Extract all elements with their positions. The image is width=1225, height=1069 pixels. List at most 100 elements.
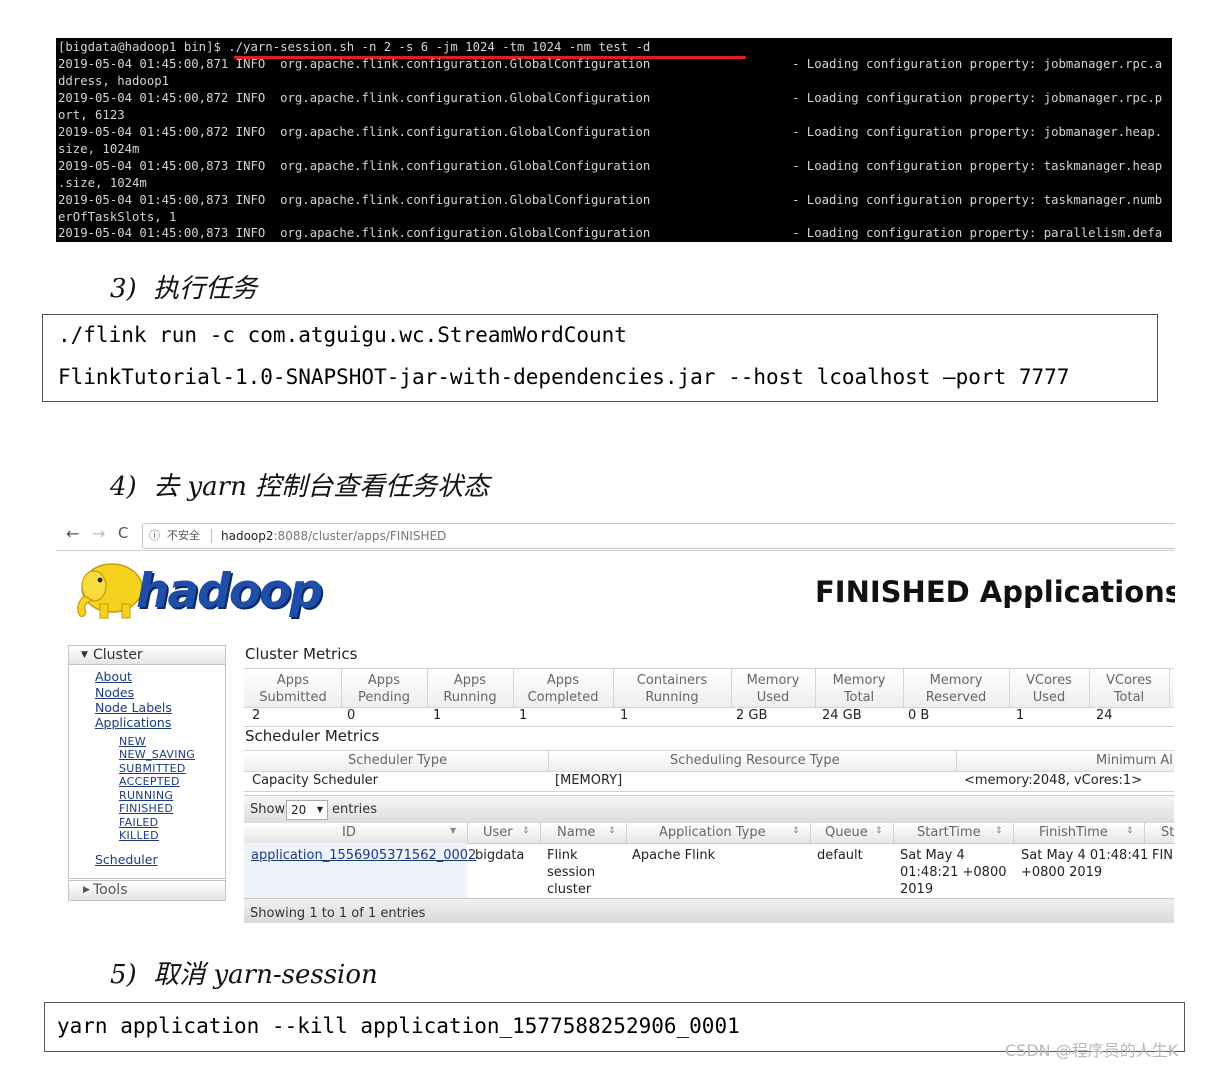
sidebar-link-node-labels[interactable]: Node Labels (95, 700, 172, 715)
sort-icon[interactable]: ⇕ (995, 826, 1003, 836)
sort-icon[interactable]: ⇕ (522, 826, 530, 836)
column-divider (810, 823, 811, 843)
application-id-link[interactable]: application_1556905371562_0002 (251, 847, 476, 864)
application-start-time: Sat May 4 01:48:21 +0800 2019 (900, 848, 1007, 897)
application-queue: default (817, 848, 863, 863)
metric-value: 1 (433, 708, 442, 723)
step3-code-box: ./flink run -c com.atguigu.wc.StreamWord… (42, 314, 1158, 402)
code-line: ./flink run -c com.atguigu.wc.StreamWord… (58, 323, 627, 347)
column-divider (467, 823, 468, 843)
metric-value: 1 (620, 708, 629, 723)
terminal-line: 2019-05-04 01:45:00,872 INFO org.apache.… (58, 125, 1163, 139)
browser-toolbar: ← → C ⓘ 不安全 hadoop2:8088/cluster/apps/FI… (56, 520, 1175, 551)
column-divider (548, 751, 549, 771)
sidebar-app-state-accepted[interactable]: ACCEPTED (119, 775, 180, 788)
forward-arrow-icon[interactable]: → (92, 524, 105, 543)
step4-heading: 4) 去 yarn 控制台查看任务状态 (110, 472, 490, 502)
sort-icon[interactable]: ⇕ (875, 826, 883, 836)
metric-value: 0 B (908, 708, 930, 723)
metric-value: 1 (519, 708, 528, 723)
table-row: application_1556905371562_0002 bigdata F… (244, 843, 1174, 898)
entries-control-bar: Show 20 ▼ entries (244, 795, 1174, 824)
metric-value: 24 GB (822, 708, 862, 723)
back-arrow-icon[interactable]: ← (66, 524, 79, 543)
sidebar-link-nodes[interactable]: Nodes (95, 685, 134, 700)
column-header-id[interactable]: ID (342, 825, 356, 840)
page-title: FINISHED Applications (815, 575, 1175, 609)
column-header-application-type[interactable]: Application Type (659, 825, 766, 840)
code-line: FlinkTutorial-1.0-SNAPSHOT-jar-with-depe… (58, 365, 1070, 389)
cluster-section-header[interactable]: ▼ Cluster (69, 646, 225, 665)
column-divider (626, 823, 627, 843)
sort-icon[interactable]: ⇕ (608, 826, 616, 836)
code-line: yarn application --kill application_1577… (57, 1014, 740, 1038)
scheduler-metrics-title: Scheduler Metrics (245, 727, 380, 745)
sidebar-app-state-finished[interactable]: FINISHED (119, 802, 173, 815)
terminal-line: size, 1024m (58, 142, 140, 156)
metric-header: VCores Total (1106, 673, 1152, 705)
caret-right-icon: ▶ (83, 885, 90, 895)
column-header-name[interactable]: Name (557, 825, 595, 840)
step3-heading: 3) 执行任务 (110, 274, 258, 304)
column-divider (540, 823, 541, 843)
metric-value: 2 GB (736, 708, 768, 723)
step5-heading: 5) 取消 yarn-session (110, 960, 378, 990)
sidebar-app-state-running[interactable]: RUNNING (119, 789, 173, 802)
sidebar-app-state-killed[interactable]: KILLED (119, 829, 159, 842)
application-finish-time: Sat May 4 01:48:41 +0800 2019 (1021, 848, 1149, 880)
scheduler-header: Scheduling Resource Type (670, 753, 840, 768)
scheduler-header: Minimum Al (1096, 753, 1173, 768)
metric-header: Apps Completed (527, 673, 599, 705)
column-header-finishtime[interactable]: FinishTime (1039, 825, 1108, 840)
applications-table-header: ID ▼ User ⇕ Name ⇕ Application Type ⇕ Qu… (244, 823, 1174, 844)
sidebar-app-state-new-saving[interactable]: NEW_SAVING (119, 748, 195, 761)
sidebar-app-state-new[interactable]: NEW (119, 735, 146, 748)
entries-label: entries (332, 802, 378, 817)
hadoop-logo-text: hadoop (136, 564, 323, 619)
sidebar-link-about[interactable]: About (95, 669, 132, 684)
cluster-metrics-header: Apps Submitted Apps Pending Apps Running Ap… (244, 668, 1174, 708)
column-divider (956, 751, 957, 771)
scheduler-value: Capacity Scheduler (252, 773, 379, 788)
sidebar-app-state-submitted[interactable]: SUBMITTED (119, 762, 186, 775)
metric-header: Apps Submitted (259, 673, 327, 705)
sidebar-app-state-failed[interactable]: FAILED (119, 816, 158, 829)
tools-section-header[interactable]: ▶ Tools (68, 880, 226, 901)
column-divider (1144, 823, 1145, 843)
scheduler-header: Scheduler Type (348, 753, 448, 768)
metric-header: Memory Used (746, 673, 800, 705)
cluster-metrics-values: 2 0 1 1 1 2 GB 24 GB 0 B 1 24 (244, 706, 1174, 727)
sort-desc-icon[interactable]: ▼ (450, 826, 456, 835)
terminal-line: ort, 6123 (58, 108, 125, 122)
info-icon[interactable]: ⓘ (149, 524, 160, 548)
sort-icon[interactable]: ⇕ (792, 826, 800, 836)
terminal-line: 2019-05-04 01:45:00,872 INFO org.apache.… (58, 91, 1163, 105)
showing-entries-text: Showing 1 to 1 of 1 entries (250, 906, 426, 921)
address-separator (211, 529, 212, 543)
url-host: hadoop2 (221, 529, 274, 543)
entries-per-page-value: 20 (291, 803, 307, 817)
metric-header: Memory Total (832, 673, 886, 705)
column-header-starttime[interactable]: StartTime (917, 825, 981, 840)
column-divider (893, 823, 894, 843)
column-divider (1169, 669, 1170, 707)
tools-label: Tools (93, 882, 128, 898)
column-header-user[interactable]: User (483, 825, 513, 840)
scheduler-metrics-header: Scheduler Type Scheduling Resource Type … (244, 750, 1174, 772)
metric-value: 24 (1096, 708, 1113, 723)
sort-icon[interactable]: ⇕ (1126, 826, 1134, 836)
reload-icon[interactable]: C (118, 524, 128, 542)
url-text: hadoop2:8088/cluster/apps/FINISHED (221, 524, 446, 548)
scheduler-metrics-values: Capacity Scheduler [MEMORY] <memory:2048… (244, 771, 1174, 792)
entries-per-page-select[interactable]: 20 ▼ (286, 800, 328, 820)
column-header-state[interactable]: St (1161, 825, 1174, 840)
scheduler-value: <memory:2048, vCores:1> (964, 773, 1143, 788)
terminal-line: ddress, hadoop1 (58, 74, 170, 88)
metric-value: 1 (1016, 708, 1025, 723)
terminal-line: .size, 1024m (58, 176, 147, 190)
address-bar[interactable]: ⓘ 不安全 hadoop2:8088/cluster/apps/FINISHED (142, 523, 1175, 549)
column-header-queue[interactable]: Queue (825, 825, 868, 840)
hadoop-logo[interactable]: hadoop (70, 558, 340, 626)
sidebar-link-scheduler[interactable]: Scheduler (95, 852, 158, 867)
sidebar-link-applications[interactable]: Applications (95, 715, 171, 730)
